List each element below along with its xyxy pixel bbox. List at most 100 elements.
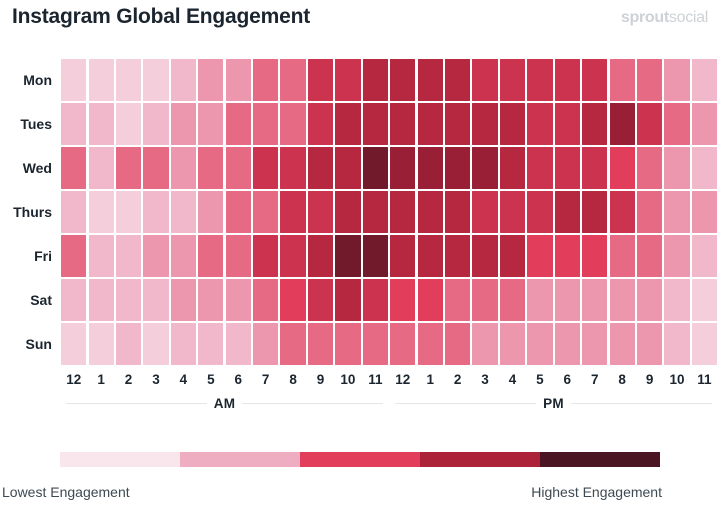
heatmap-cell[interactable] — [307, 279, 334, 321]
heatmap-cell[interactable] — [664, 103, 690, 145]
heatmap-cell[interactable] — [307, 147, 334, 189]
heatmap-cell[interactable] — [417, 235, 443, 277]
heatmap-cell[interactable] — [609, 235, 635, 277]
heatmap-cell[interactable] — [636, 191, 663, 233]
heatmap-cell[interactable] — [582, 279, 608, 321]
heatmap-cell[interactable] — [61, 103, 87, 145]
heatmap-cell[interactable] — [472, 235, 498, 277]
heatmap-cell[interactable] — [499, 147, 526, 189]
heatmap-cell[interactable] — [143, 59, 169, 101]
heatmap-cell[interactable] — [170, 323, 197, 365]
heatmap-cell[interactable] — [554, 279, 580, 321]
heatmap-cell[interactable] — [445, 235, 471, 277]
heatmap-cell[interactable] — [88, 103, 114, 145]
heatmap-cell[interactable] — [691, 59, 718, 101]
heatmap-cell[interactable] — [582, 147, 608, 189]
heatmap-cell[interactable] — [253, 323, 279, 365]
heatmap-cell[interactable] — [554, 191, 580, 233]
heatmap-cell[interactable] — [636, 323, 663, 365]
heatmap-cell[interactable] — [582, 191, 608, 233]
heatmap-cell[interactable] — [554, 103, 580, 145]
heatmap-cell[interactable] — [362, 59, 388, 101]
heatmap-cell[interactable] — [115, 147, 142, 189]
heatmap-cell[interactable] — [582, 103, 608, 145]
heatmap-cell[interactable] — [115, 323, 142, 365]
heatmap-cell[interactable] — [307, 323, 334, 365]
heatmap-cell[interactable] — [527, 191, 553, 233]
heatmap-cell[interactable] — [198, 147, 224, 189]
heatmap-cell[interactable] — [61, 323, 87, 365]
heatmap-cell[interactable] — [225, 235, 251, 277]
heatmap-cell[interactable] — [664, 191, 690, 233]
heatmap-cell[interactable] — [253, 59, 279, 101]
heatmap-cell[interactable] — [499, 279, 526, 321]
heatmap-cell[interactable] — [445, 103, 471, 145]
heatmap-cell[interactable] — [225, 279, 251, 321]
heatmap-cell[interactable] — [225, 103, 251, 145]
heatmap-cell[interactable] — [143, 191, 169, 233]
heatmap-cell[interactable] — [198, 103, 224, 145]
heatmap-cell[interactable] — [61, 59, 87, 101]
heatmap-cell[interactable] — [527, 235, 553, 277]
heatmap-cell[interactable] — [335, 191, 361, 233]
heatmap-cell[interactable] — [253, 191, 279, 233]
heatmap-cell[interactable] — [390, 59, 416, 101]
heatmap-cell[interactable] — [609, 59, 635, 101]
heatmap-cell[interactable] — [198, 323, 224, 365]
heatmap-cell[interactable] — [472, 59, 498, 101]
heatmap-cell[interactable] — [88, 323, 114, 365]
heatmap-cell[interactable] — [253, 235, 279, 277]
heatmap-cell[interactable] — [335, 323, 361, 365]
heatmap-cell[interactable] — [225, 147, 251, 189]
heatmap-cell[interactable] — [527, 323, 553, 365]
heatmap-cell[interactable] — [61, 279, 87, 321]
heatmap-cell[interactable] — [445, 323, 471, 365]
heatmap-cell[interactable] — [554, 147, 580, 189]
heatmap-cell[interactable] — [307, 103, 334, 145]
heatmap-cell[interactable] — [499, 59, 526, 101]
heatmap-cell[interactable] — [691, 191, 718, 233]
heatmap-cell[interactable] — [253, 147, 279, 189]
heatmap-cell[interactable] — [499, 191, 526, 233]
heatmap-cell[interactable] — [664, 323, 690, 365]
heatmap-cell[interactable] — [362, 235, 388, 277]
heatmap-cell[interactable] — [609, 147, 635, 189]
heatmap-cell[interactable] — [499, 103, 526, 145]
heatmap-cell[interactable] — [307, 235, 334, 277]
heatmap-cell[interactable] — [499, 323, 526, 365]
heatmap-cell[interactable] — [609, 323, 635, 365]
heatmap-cell[interactable] — [362, 191, 388, 233]
heatmap-cell[interactable] — [88, 279, 114, 321]
heatmap-cell[interactable] — [636, 147, 663, 189]
heatmap-cell[interactable] — [527, 279, 553, 321]
heatmap-cell[interactable] — [445, 191, 471, 233]
heatmap-cell[interactable] — [280, 191, 306, 233]
heatmap-cell[interactable] — [691, 103, 718, 145]
heatmap-cell[interactable] — [170, 279, 197, 321]
heatmap-cell[interactable] — [198, 279, 224, 321]
heatmap-cell[interactable] — [390, 103, 416, 145]
heatmap-cell[interactable] — [664, 235, 690, 277]
heatmap-cell[interactable] — [609, 103, 635, 145]
heatmap-cell[interactable] — [417, 103, 443, 145]
heatmap-cell[interactable] — [88, 59, 114, 101]
heatmap-cell[interactable] — [170, 147, 197, 189]
heatmap-cell[interactable] — [582, 59, 608, 101]
heatmap-cell[interactable] — [335, 279, 361, 321]
heatmap-cell[interactable] — [390, 235, 416, 277]
heatmap-cell[interactable] — [636, 103, 663, 145]
heatmap-cell[interactable] — [445, 147, 471, 189]
heatmap-cell[interactable] — [115, 279, 142, 321]
heatmap-cell[interactable] — [417, 279, 443, 321]
heatmap-cell[interactable] — [143, 323, 169, 365]
heatmap-cell[interactable] — [582, 323, 608, 365]
heatmap-cell[interactable] — [280, 103, 306, 145]
heatmap-cell[interactable] — [527, 59, 553, 101]
heatmap-cell[interactable] — [115, 103, 142, 145]
heatmap-cell[interactable] — [225, 191, 251, 233]
heatmap-cell[interactable] — [170, 59, 197, 101]
heatmap-cell[interactable] — [691, 279, 718, 321]
heatmap-cell[interactable] — [582, 235, 608, 277]
heatmap-cell[interactable] — [280, 323, 306, 365]
heatmap-cell[interactable] — [335, 147, 361, 189]
